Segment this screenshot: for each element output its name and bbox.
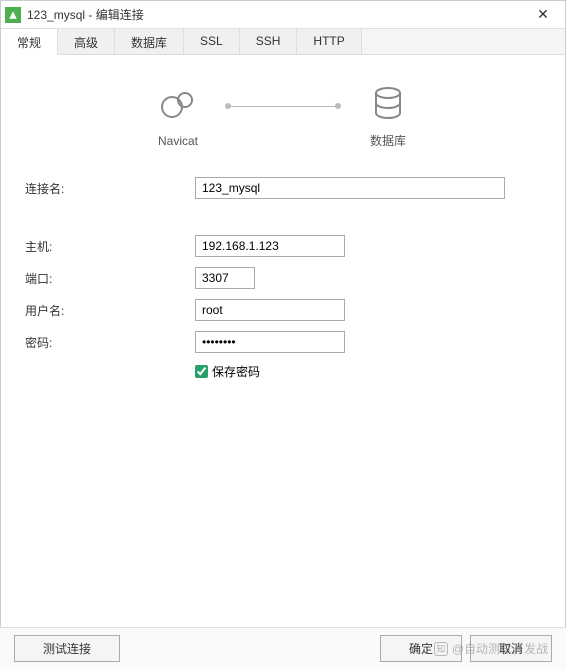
tab-http[interactable]: HTTP xyxy=(297,29,361,54)
navicat-label: Navicat xyxy=(158,134,198,148)
conn-name-input[interactable] xyxy=(195,177,505,199)
close-button[interactable]: ✕ xyxy=(529,5,557,25)
tab-general[interactable]: 常规 xyxy=(1,29,58,55)
window-title: 123_mysql - 编辑连接 xyxy=(27,6,529,23)
tab-database[interactable]: 数据库 xyxy=(115,29,184,54)
pass-label: 密码: xyxy=(25,334,195,351)
ok-button[interactable]: 确定 xyxy=(380,635,462,662)
port-label: 端口: xyxy=(25,270,195,287)
app-icon xyxy=(5,7,21,23)
test-connection-button[interactable]: 测试连接 xyxy=(14,635,120,662)
save-password-checkbox[interactable] xyxy=(195,365,208,378)
database-label: 数据库 xyxy=(370,132,406,149)
navicat-icon xyxy=(158,85,198,128)
database-icon xyxy=(368,83,408,126)
user-input[interactable] xyxy=(195,299,345,321)
host-input[interactable] xyxy=(195,235,345,257)
tab-ssl[interactable]: SSL xyxy=(184,29,240,54)
tab-ssh[interactable]: SSH xyxy=(240,29,298,54)
tab-strip: 常规 高级 数据库 SSL SSH HTTP xyxy=(1,29,565,55)
cancel-button[interactable]: 取消 xyxy=(470,635,552,662)
connector-line xyxy=(228,106,338,107)
conn-name-label: 连接名: xyxy=(25,180,195,197)
save-password-label: 保存密码 xyxy=(212,363,260,380)
port-input[interactable] xyxy=(195,267,255,289)
tab-advanced[interactable]: 高级 xyxy=(58,29,115,54)
user-label: 用户名: xyxy=(25,302,195,319)
host-label: 主机: xyxy=(25,238,195,255)
password-input[interactable] xyxy=(195,331,345,353)
